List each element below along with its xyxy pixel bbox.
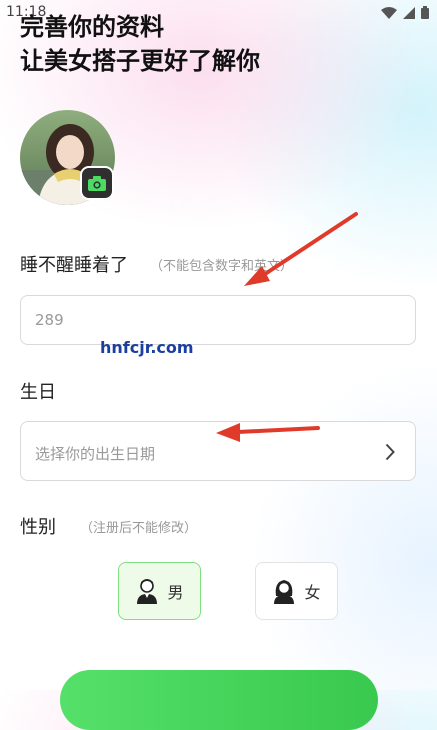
gender-female-label: 女	[304, 583, 321, 602]
avatar-upload[interactable]	[20, 110, 115, 205]
nickname-value: 289	[35, 311, 64, 329]
birthday-label: 生日	[20, 382, 56, 403]
female-avatar-icon	[274, 580, 295, 604]
gender-male-label: 男	[167, 583, 184, 602]
battery-icon	[421, 6, 429, 19]
birthday-placeholder: 选择你的出生日期	[35, 445, 156, 463]
camera-button[interactable]	[80, 166, 114, 200]
gender-male-button[interactable]: 男	[118, 562, 201, 620]
red-arrow-1	[244, 212, 358, 286]
signal-icon	[403, 6, 415, 19]
next-button[interactable]	[60, 670, 378, 730]
birthday-picker[interactable]: 选择你的出生日期	[20, 421, 416, 481]
status-icons	[381, 6, 429, 19]
male-avatar-icon	[137, 579, 158, 604]
nickname-input[interactable]: 289	[20, 295, 416, 345]
watermark: hnfcjr.com	[100, 338, 194, 357]
wifi-icon	[381, 6, 397, 19]
camera-icon	[88, 175, 106, 191]
gender-hint: （注册后不能修改）	[80, 521, 198, 536]
chevron-right-icon	[385, 443, 395, 461]
gender-label: 性别	[20, 517, 56, 538]
nickname-hint: （不能包含数字和英文）	[150, 259, 294, 274]
gender-female-button[interactable]: 女	[255, 562, 338, 620]
annotation-arrows	[216, 212, 358, 442]
page-subtitle: 让美女搭子更好了解你	[20, 47, 260, 75]
page-title: 完善你的资料	[20, 13, 164, 41]
nickname-label: 睡不醒睡着了	[20, 255, 128, 276]
